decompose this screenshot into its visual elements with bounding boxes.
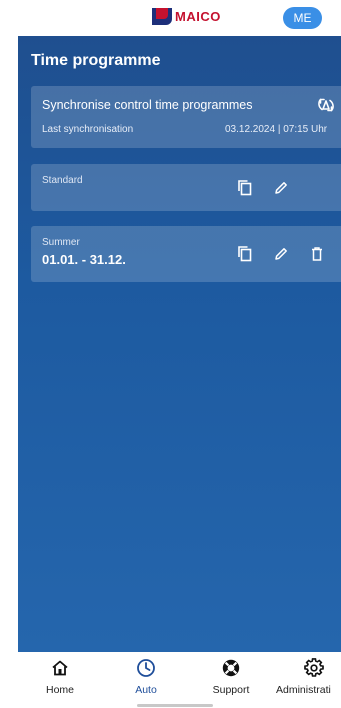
last-sync-label: Last synchronisation [42, 124, 134, 135]
nav-item-home[interactable]: Home [20, 658, 100, 696]
user-avatar-button[interactable]: ME [283, 7, 322, 29]
maico-logo-mark [152, 8, 172, 25]
sync-card[interactable]: Synchronise control time programmes Last… [31, 86, 341, 148]
nav-item-administration[interactable]: Administrati [276, 658, 341, 696]
home-icon [50, 658, 70, 678]
main-panel: Time programme Synchronise control time … [18, 36, 341, 652]
nav-item-support[interactable]: Support [191, 658, 271, 696]
sync-title: Synchronise control time programmes [42, 98, 253, 112]
programme-card-summer[interactable]: Summer 01.01. - 31.12. [31, 226, 341, 282]
edit-icon[interactable] [271, 244, 291, 264]
nav-label-home: Home [45, 684, 74, 696]
home-indicator [137, 704, 213, 707]
copy-icon[interactable] [235, 244, 255, 264]
sync-icon[interactable] [316, 95, 336, 115]
delete-icon[interactable] [307, 244, 327, 264]
page-title: Time programme [31, 52, 161, 69]
nav-label-auto: Auto [135, 684, 157, 696]
maico-logo: MAICO [152, 8, 221, 25]
lifebuoy-icon [221, 658, 241, 678]
logo-text: MAICO [175, 9, 221, 24]
nav-label-administration: Administrati [276, 684, 331, 696]
programme-date-range: 01.01. - 31.12. [42, 252, 126, 267]
bottom-nav: Home Auto Support Administrati [0, 652, 341, 708]
edit-icon[interactable] [271, 178, 291, 198]
programme-name: Standard [42, 175, 83, 186]
gear-icon [304, 658, 324, 678]
app-header: MAICO ME [0, 0, 341, 36]
programme-card-standard[interactable]: Standard [31, 164, 341, 211]
clock-icon [136, 658, 156, 678]
programme-name: Summer [42, 237, 80, 248]
copy-icon[interactable] [235, 178, 255, 198]
nav-label-support: Support [212, 684, 250, 696]
nav-item-auto[interactable]: Auto [106, 658, 186, 696]
last-sync-value: 03.12.2024 | 07:15 Uhr [225, 124, 328, 135]
